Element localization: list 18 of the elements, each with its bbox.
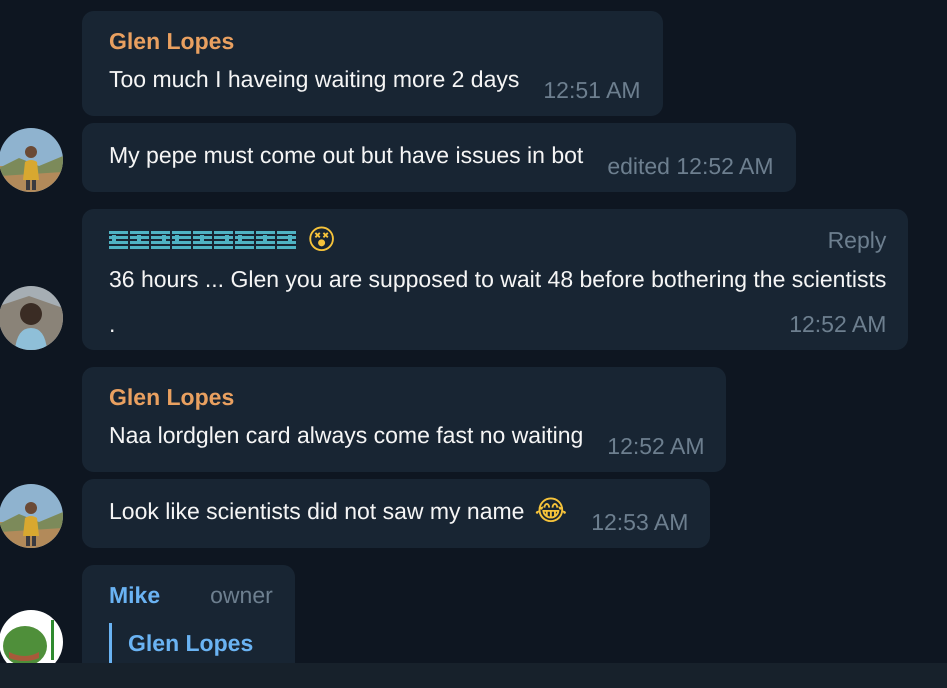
message-text: Naa lordglen card always come fast no waiting <box>109 421 584 450</box>
sender-name[interactable]: Glen Lopes <box>109 384 234 410</box>
message-text: Too much I haveing waiting more 2 days <box>109 65 520 94</box>
message-time: 12:51 AM <box>543 76 641 105</box>
sender-name[interactable]: Glen Lopes <box>109 28 234 54</box>
message-text: . <box>109 310 116 339</box>
message-time: edited 12:52 AM <box>607 152 774 181</box>
message-time: 12:53 AM <box>591 508 688 537</box>
emoji: 😂 <box>534 494 568 528</box>
message-text: 36 hours ... Glen you are supposed to wait 48 before bothering the scientists <box>109 265 886 294</box>
role-label: Reply <box>826 226 886 254</box>
emoji: 😵 <box>307 223 336 257</box>
message-time: 12:52 AM <box>789 310 886 339</box>
message-text: My pepe must come out but have issues in bot <box>109 141 584 170</box>
message-text: Look like scientists did not saw my name <box>109 497 524 526</box>
role-label: owner <box>209 582 273 608</box>
sender-name[interactable]: Mike <box>109 582 160 608</box>
message-time: 12:52 AM <box>607 432 704 461</box>
